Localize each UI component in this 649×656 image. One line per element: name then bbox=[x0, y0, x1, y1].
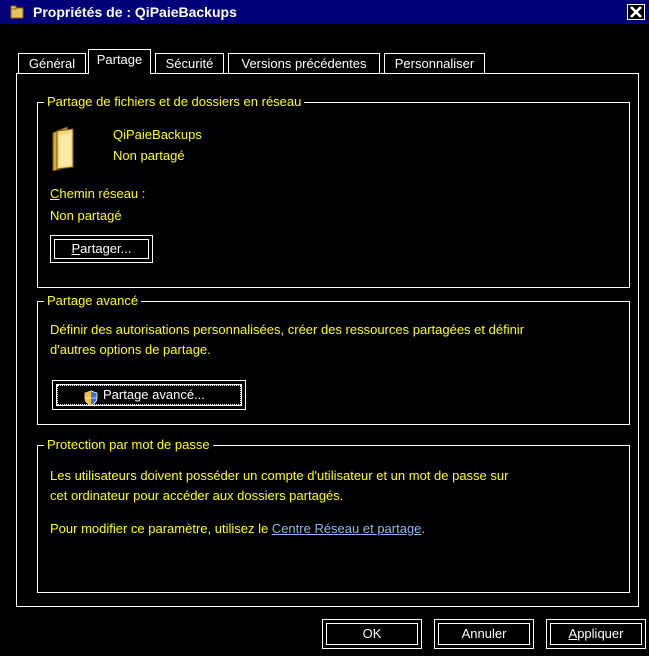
group-legend: Partage avancé bbox=[44, 293, 142, 308]
network-path-value: Non partagé bbox=[50, 208, 122, 223]
password-info-line2: cet ordinateur pour accéder aux dossiers… bbox=[50, 488, 344, 503]
tab-label: Versions précédentes bbox=[241, 56, 367, 71]
tab-label: Personnaliser bbox=[394, 56, 475, 71]
label-text: hemin réseau : bbox=[59, 186, 146, 201]
tab-label: Partage bbox=[96, 52, 143, 67]
button-label: Annuler bbox=[461, 626, 507, 641]
accelerator-key: C bbox=[50, 186, 60, 201]
share-status: Non partagé bbox=[113, 148, 185, 163]
network-center-link[interactable]: Centre Réseau et partage bbox=[272, 521, 422, 536]
accelerator-key: A bbox=[568, 626, 578, 641]
tab-label: Sécurité bbox=[165, 56, 214, 71]
tab-customize[interactable]: Personnaliser bbox=[384, 53, 485, 74]
advanced-description-line1: Définir des autorisations personnalisées… bbox=[50, 322, 525, 337]
network-path-label: Chemin réseau : bbox=[50, 186, 145, 201]
button-label: Appliquer bbox=[569, 626, 624, 641]
tab-general[interactable]: Général bbox=[18, 53, 86, 74]
group-legend: Partage de fichiers et de dossiers en ré… bbox=[44, 94, 305, 109]
line-text: Pour modifier ce paramètre, utilisez le bbox=[50, 521, 272, 536]
password-info-line3: Pour modifier ce paramètre, utilisez le … bbox=[50, 521, 425, 536]
label-text: artager... bbox=[80, 241, 132, 256]
tab-panel: Partage de fichiers et de dossiers en ré… bbox=[16, 73, 639, 607]
cancel-button[interactable]: Annuler bbox=[434, 619, 534, 649]
button-label: OK bbox=[362, 626, 382, 641]
folder-name: QiPaieBackups bbox=[113, 127, 202, 142]
share-button[interactable]: Partager... bbox=[50, 235, 153, 263]
apply-button[interactable]: Appliquer bbox=[546, 619, 646, 649]
title-bar[interactable]: Propriétés de : QiPaieBackups bbox=[0, 0, 649, 24]
properties-dialog: Propriétés de : QiPaieBackups Général Pa… bbox=[0, 0, 649, 656]
close-button[interactable] bbox=[627, 4, 645, 20]
accelerator-key: P bbox=[71, 241, 81, 256]
ok-button[interactable]: OK bbox=[322, 619, 422, 649]
tab-label: Général bbox=[28, 56, 76, 71]
advanced-sharing-button[interactable]: Partage avancé... bbox=[52, 380, 246, 410]
password-info-line1: Les utilisateurs doivent posséder un com… bbox=[50, 468, 509, 483]
tab-previous-versions[interactable]: Versions précédentes bbox=[228, 53, 380, 74]
folder-icon bbox=[50, 125, 76, 176]
button-label: Partager... bbox=[72, 241, 132, 256]
group-legend: Protection par mot de passe bbox=[44, 437, 213, 452]
advanced-sharing-group: Partage avancé Définir des autorisations… bbox=[37, 293, 630, 425]
line-text: . bbox=[421, 521, 426, 536]
network-sharing-group: Partage de fichiers et de dossiers en ré… bbox=[37, 94, 630, 288]
close-icon bbox=[630, 6, 642, 18]
tab-security[interactable]: Sécurité bbox=[155, 53, 224, 74]
button-label: Partage avancé... bbox=[103, 387, 205, 402]
advanced-description-line2: d'autres options de partage. bbox=[50, 342, 211, 357]
shield-icon bbox=[83, 388, 99, 416]
tab-sharing[interactable]: Partage bbox=[88, 49, 151, 74]
label-text: ppliquer bbox=[577, 626, 624, 641]
folder-icon bbox=[10, 5, 24, 19]
window-title: Propriétés de : QiPaieBackups bbox=[33, 4, 237, 20]
password-protection-group: Protection par mot de passe Les utilisat… bbox=[37, 437, 630, 593]
